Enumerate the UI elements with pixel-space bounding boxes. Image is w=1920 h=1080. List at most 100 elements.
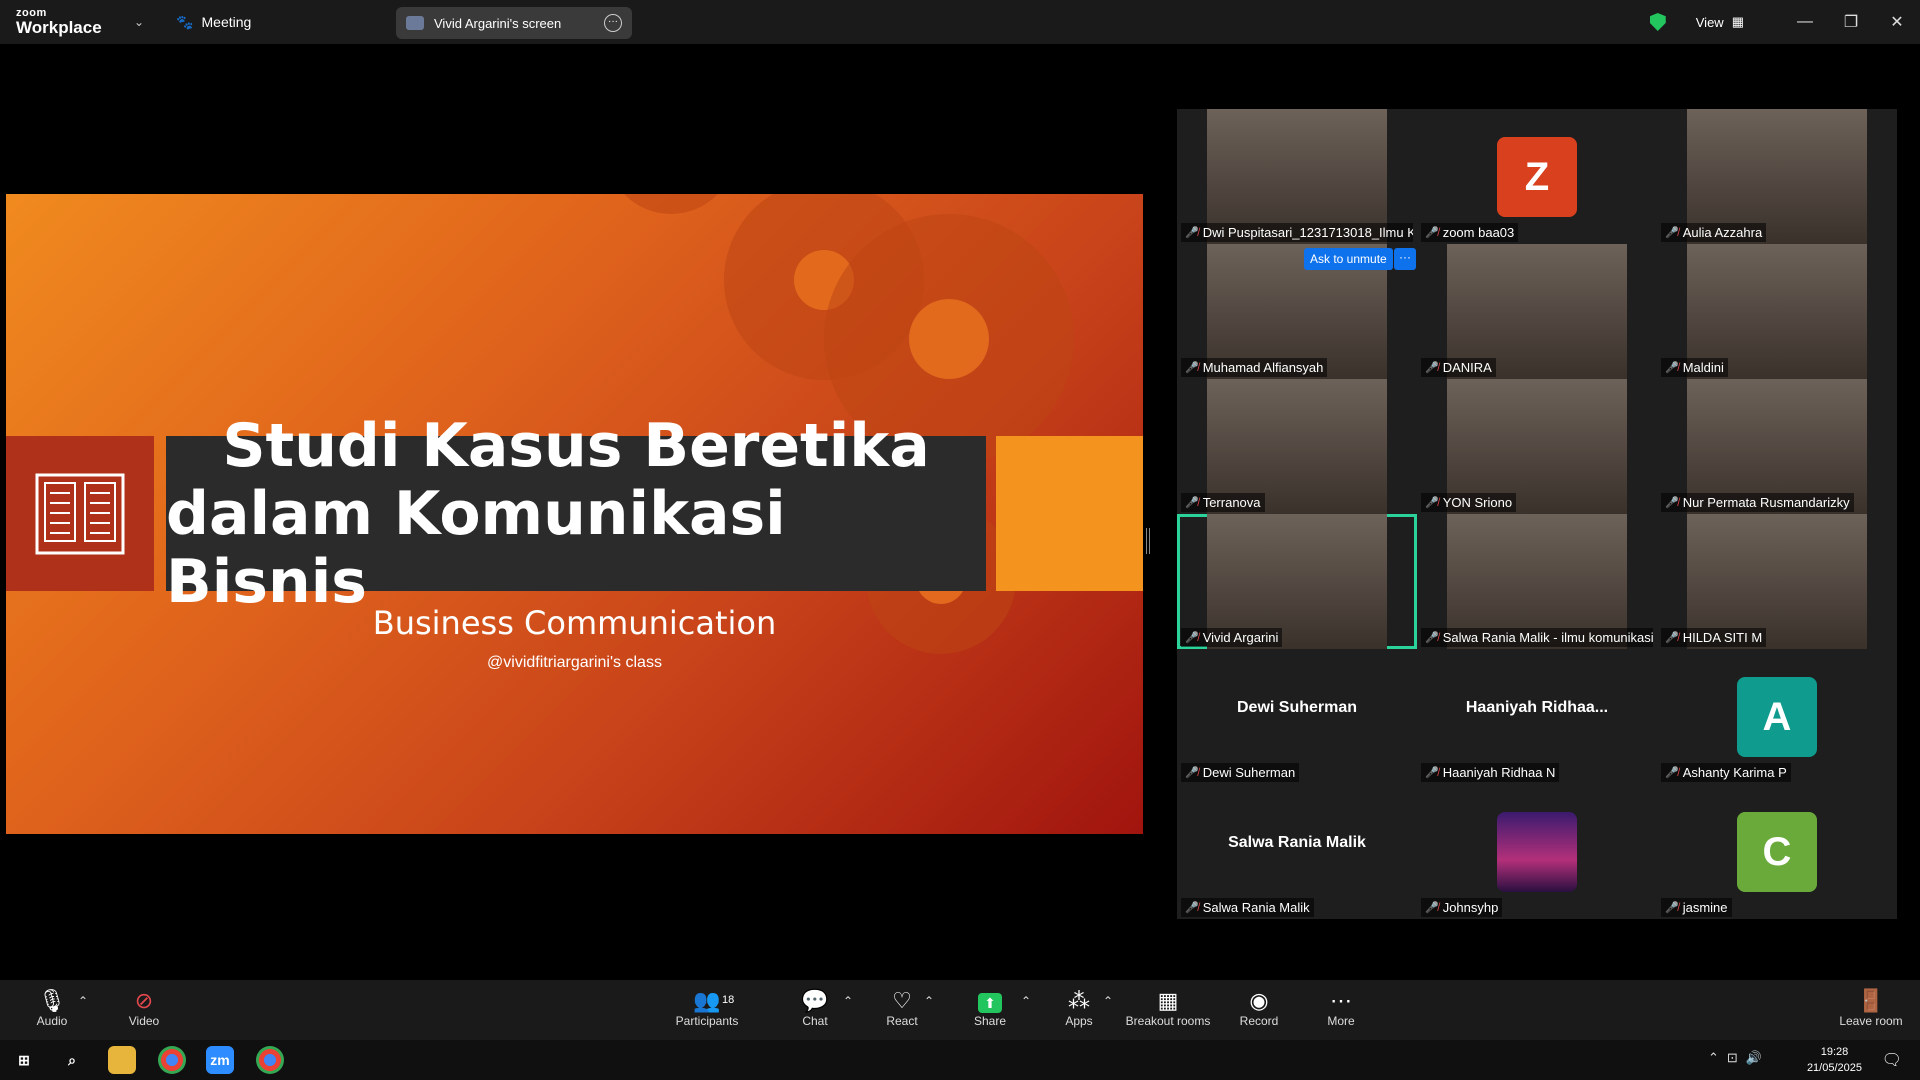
windows-start-icon[interactable]: ⊞ — [10, 1046, 38, 1074]
security-shield-icon[interactable] — [1649, 13, 1666, 31]
zoom-taskbar-icon[interactable]: zm — [206, 1046, 234, 1074]
participant-name: HILDA SITI M — [1682, 630, 1763, 645]
more-button[interactable]: ⋯ More — [1324, 988, 1358, 1028]
record-button[interactable]: ◉ Record — [1238, 988, 1280, 1028]
panel-resize-handle[interactable] — [1146, 528, 1150, 554]
participant-nameplate: 🎤̸ Terranova — [1181, 493, 1265, 512]
muted-mic-icon: 🎤̸ — [1665, 227, 1679, 239]
participant-tile[interactable]: 🎤̸ Aulia Azzahra — [1657, 109, 1897, 244]
gear-decoration — [606, 194, 736, 214]
participant-tile[interactable]: 🎤̸ YON Sriono — [1417, 379, 1657, 514]
taskbar-clock[interactable]: 19:28 21/05/2025 — [1807, 1044, 1862, 1076]
close-icon[interactable]: ✕ — [1874, 12, 1920, 32]
participant-tile[interactable]: Dewi Suherman 🎤̸ Dewi Suherman — [1177, 649, 1417, 784]
clock-date: 21/05/2025 — [1806, 1062, 1862, 1074]
muted-mic-icon: 🎤̸ — [1185, 362, 1199, 374]
participant-tile[interactable]: 🎤̸ Johnsyhp — [1417, 784, 1657, 919]
share-status-pill[interactable]: Vivid Argarini's screen ··· — [396, 7, 632, 39]
participant-tile[interactable]: C 🎤̸ jasmine — [1657, 784, 1897, 919]
breakout-rooms-button[interactable]: ▦ Breakout rooms — [1124, 988, 1212, 1028]
profile-picture — [1497, 812, 1577, 892]
chat-button[interactable]: 💬 Chat — [798, 988, 832, 1028]
file-explorer-icon[interactable] — [108, 1046, 136, 1074]
meeting-toolbar: 🎙 Audio ⌃ ⊘ Video 👥 Participants 18 💬 Ch… — [0, 980, 1920, 1040]
muted-mic-icon: 🎤̸ — [1665, 362, 1679, 374]
audio-button[interactable]: 🎙 Audio — [34, 988, 70, 1028]
participant-nameplate: 🎤̸ Johnsyhp — [1421, 898, 1503, 917]
participant-name: zoom baa03 — [1442, 225, 1515, 240]
muted-mic-icon: 🎤̸ — [1425, 902, 1439, 914]
participant-tile[interactable]: 🎤̸ DANIRA — [1417, 244, 1657, 379]
participant-nameplate: 🎤̸ Maldini — [1661, 358, 1728, 377]
meeting-label: Meeting — [201, 14, 252, 30]
tray-expand-icon[interactable]: ⌃ — [1708, 1050, 1727, 1065]
participant-tile[interactable]: 🎤̸ Nur Permata Rusmandarizky — [1657, 379, 1897, 514]
participant-tile[interactable]: A 🎤̸ Ashanty Karima P — [1657, 649, 1897, 784]
participant-tile[interactable]: Haaniyah Ridhaa... 🎤̸ Haaniyah Ridhaa N — [1417, 649, 1657, 784]
apps-icon: ⁂ — [1068, 988, 1090, 1013]
search-icon[interactable]: ⌕ — [58, 1046, 86, 1074]
muted-mic-icon: 🎤̸ — [1185, 227, 1199, 239]
video-button[interactable]: ⊘ Video — [126, 988, 162, 1028]
restore-icon[interactable]: ❐ — [1828, 12, 1874, 32]
system-tray[interactable]: ⌃⊡🔊 — [1708, 1050, 1770, 1066]
audio-options-caret-icon[interactable]: ⌃ — [78, 994, 88, 1008]
share-options-caret-icon[interactable]: ⌃ — [1021, 994, 1031, 1008]
chrome-profile-icon[interactable] — [256, 1046, 284, 1074]
slide-icon-block — [6, 436, 154, 591]
network-icon[interactable]: ⊡ — [1727, 1050, 1746, 1065]
leave-door-icon: 🚪 — [1857, 988, 1885, 1013]
participant-tile[interactable]: 🎤̸ Vivid Argarini — [1177, 514, 1417, 649]
slide-handle: @vividfitriargarini's class — [487, 654, 662, 671]
participant-tile[interactable]: Salwa Rania Malik 🎤̸ Salwa Rania Malik — [1177, 784, 1417, 919]
slide-title-line2: dalam Komunikasi Bisnis — [166, 478, 786, 617]
leave-room-button[interactable]: 🚪 Leave room — [1836, 988, 1906, 1028]
participant-tile[interactable]: 🎤̸ Maldini — [1657, 244, 1897, 379]
participant-nameplate: 🎤̸ HILDA SITI M — [1661, 628, 1767, 647]
participants-count-badge: 18 — [722, 994, 735, 1006]
chat-options-caret-icon[interactable]: ⌃ — [843, 994, 853, 1008]
participant-name: Terranova — [1202, 495, 1261, 510]
zoom-logo[interactable]: zoom Workplace — [16, 8, 126, 37]
view-button[interactable]: View ▦ — [1696, 14, 1744, 30]
more-options-icon[interactable]: ··· — [604, 14, 622, 32]
share-screen-icon: ⬆ — [972, 988, 1008, 1014]
participant-tile[interactable]: Z 🎤̸ zoom baa03 — [1417, 109, 1657, 244]
participant-name: Maldini — [1682, 360, 1724, 375]
participant-tile[interactable]: 🎤̸ HILDA SITI M — [1657, 514, 1897, 649]
slide-title-block: Studi Kasus Beretika dalam Komunikasi Bi… — [166, 412, 986, 616]
tile-more-icon[interactable]: ··· — [1394, 248, 1416, 270]
notification-icon[interactable]: 🗨 — [1882, 1050, 1902, 1070]
apps-button[interactable]: ⁂ Apps — [1062, 988, 1096, 1028]
muted-mic-icon: 🎤̸ — [1665, 902, 1679, 914]
muted-mic-icon: 🎤̸ — [1665, 632, 1679, 644]
share-button[interactable]: ⬆ Share — [972, 988, 1008, 1028]
slide-title-line1: Studi Kasus Beretika — [222, 410, 930, 481]
muted-mic-icon: 🎤̸ — [1665, 767, 1679, 779]
participant-name: Salwa Rania Malik — [1202, 900, 1310, 915]
meeting-menu[interactable]: 🐾 Meeting — [176, 14, 251, 31]
muted-mic-icon: 🎤̸ — [1425, 227, 1439, 239]
participant-nameplate: 🎤̸ Salwa Rania Malik — [1181, 898, 1314, 917]
participant-tile[interactable]: 🎤̸ Salwa Rania Malik - ilmu komunikasi — [1417, 514, 1657, 649]
participant-tile[interactable]: 🎤̸ Terranova — [1177, 379, 1417, 514]
apps-options-caret-icon[interactable]: ⌃ — [1103, 994, 1113, 1008]
video-gallery: 🎤̸ Dwi Puspitasari_1231713018_Ilmu K... Z 🎤… — [1177, 109, 1897, 919]
react-options-caret-icon[interactable]: ⌃ — [924, 994, 934, 1008]
chrome-icon[interactable] — [158, 1046, 186, 1074]
participant-tile[interactable]: 🎤̸ Dwi Puspitasari_1231713018_Ilmu K... — [1177, 109, 1417, 244]
muted-mic-icon: 🎤̸ — [1185, 902, 1199, 914]
grid-view-icon: ▦ — [1731, 14, 1744, 29]
participant-name: Nur Permata Rusmandarizky — [1682, 495, 1850, 510]
breakout-rooms-icon: ▦ — [1157, 988, 1179, 1013]
volume-icon[interactable]: 🔊 — [1746, 1050, 1770, 1065]
participant-nameplate: 🎤̸ Ashanty Karima P — [1661, 763, 1791, 782]
chevron-down-icon[interactable]: ⌄ — [134, 15, 144, 29]
slide-subtitle: Business Communication — [372, 604, 777, 642]
react-button[interactable]: ♡ React — [884, 988, 920, 1028]
participant-display-name: Salwa Rania Malik — [1228, 834, 1366, 851]
participant-name: DANIRA — [1442, 360, 1492, 375]
participant-nameplate: 🎤̸ Haaniyah Ridhaa N — [1421, 763, 1560, 782]
ask-to-unmute-button[interactable]: Ask to unmute — [1304, 248, 1393, 270]
minimize-icon[interactable]: — — [1782, 13, 1828, 31]
